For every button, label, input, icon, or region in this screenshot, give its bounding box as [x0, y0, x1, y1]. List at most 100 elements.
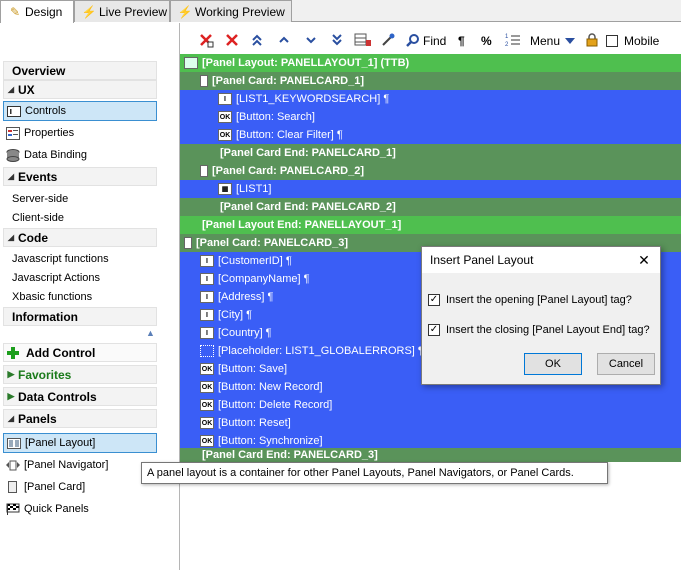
textbox-icon: I: [200, 309, 214, 321]
sidebar-item-panel-layout[interactable]: [Panel Layout]: [3, 433, 157, 453]
sidebar-item-xbasic[interactable]: Xbasic functions: [12, 291, 92, 303]
pencil-icon: ✎: [9, 5, 21, 19]
sidebar-item-server-side[interactable]: Server-side: [12, 193, 68, 205]
check-icon[interactable]: ✓: [428, 324, 440, 336]
tooltip: A panel layout is a container for other …: [141, 462, 608, 484]
sidebar-item-quick-panels[interactable]: Quick Panels: [3, 499, 157, 519]
sidebar-item-controls[interactable]: Controls: [3, 101, 157, 121]
tree-row[interactable]: OK [Button: Clear Filter] ¶: [180, 126, 681, 144]
ok-button-icon: OK: [218, 111, 232, 123]
textbox-icon: I: [200, 291, 214, 303]
textbox-icon: I: [218, 93, 232, 105]
chevron-up-icon: [277, 33, 291, 50]
tree-row[interactable]: [Panel Layout End: PANELLAYOUT_1]: [180, 216, 681, 234]
ok-button-icon: OK: [200, 399, 214, 411]
collapse-arrow-icon[interactable]: ▲: [146, 328, 155, 338]
double-chevron-down-icon: [330, 33, 344, 50]
tree-row[interactable]: OK [Button: Search]: [180, 108, 681, 126]
find-button[interactable]: Find: [406, 31, 446, 51]
numbered-list-button[interactable]: 12: [505, 31, 521, 51]
sidebar-section-code[interactable]: ◢ Code: [3, 228, 157, 247]
sidebar-item-js-actions[interactable]: Javascript Actions: [12, 272, 100, 284]
triangle-right-icon: ▶: [7, 391, 15, 401]
move-bottom-button[interactable]: [330, 31, 344, 51]
percent-button[interactable]: %: [481, 31, 492, 51]
triangle-down-icon: ◢: [7, 233, 15, 242]
check-icon[interactable]: ✓: [428, 294, 440, 306]
delete-all-icon: [198, 32, 214, 51]
sidebar-item-js-functions[interactable]: Javascript functions: [12, 253, 109, 265]
panel-layout-icon: [6, 436, 22, 450]
tab-bar: ✎ Design ⚡ Live Preview ⚡ Working Previe…: [0, 0, 681, 23]
sidebar-item-properties[interactable]: Properties: [3, 123, 157, 143]
plus-icon: [4, 346, 22, 360]
panel-layout-icon: [184, 57, 198, 69]
ok-button[interactable]: OK: [524, 353, 582, 375]
delete-button[interactable]: [224, 31, 240, 51]
textbox-icon: I: [200, 255, 214, 267]
move-down-button[interactable]: [304, 31, 318, 51]
sidebar-information[interactable]: Information: [3, 307, 157, 326]
double-chevron-up-icon: [250, 33, 264, 50]
tree-row[interactable]: [Panel Card: PANELCARD_2]: [180, 162, 681, 180]
panel-navigator-icon: [5, 458, 21, 472]
properties-grid-button[interactable]: [354, 31, 372, 51]
mobile-checkbox[interactable]: Mobile: [606, 31, 659, 51]
textbox-icon: I: [200, 273, 214, 285]
triangle-down-icon: ◢: [7, 414, 15, 423]
tree-row[interactable]: OK [Button: Reset]: [180, 414, 681, 432]
move-top-button[interactable]: [250, 31, 264, 51]
sidebar-add-control[interactable]: Add Control: [3, 343, 157, 362]
sidebar-section-events[interactable]: ◢ Events: [3, 167, 157, 186]
move-up-button[interactable]: [277, 31, 291, 51]
svg-text:1: 1: [505, 34, 509, 40]
numbered-list-icon: 12: [505, 32, 521, 51]
closing-tag-checkbox[interactable]: ✓ Insert the closing [Panel Layout End] …: [428, 324, 650, 336]
grid-edit-icon: [354, 32, 372, 51]
insert-panel-layout-dialog: Insert Panel Layout ✕ ✓ Insert the openi…: [421, 246, 661, 385]
sidebar-item-panel-card[interactable]: [Panel Card]: [3, 477, 157, 497]
tree-row[interactable]: [Panel Card End: PANELCARD_1]: [180, 144, 681, 162]
tree-row[interactable]: ▦ [LIST1]: [180, 180, 681, 198]
textbox-icon: I: [200, 327, 214, 339]
sidebar-section-data-controls[interactable]: ▶ Data Controls: [3, 387, 157, 406]
wizard-button[interactable]: [380, 31, 396, 51]
lightning-blue-icon: ⚡: [177, 4, 193, 19]
close-icon[interactable]: ✕: [636, 252, 652, 268]
tree-row[interactable]: [Panel Card: PANELCARD_1]: [180, 72, 681, 90]
svg-text:2: 2: [505, 42, 509, 48]
tree-row[interactable]: [Panel Card End: PANELCARD_2]: [180, 198, 681, 216]
delete-all-button[interactable]: [198, 31, 214, 51]
ok-button-icon: OK: [200, 381, 214, 393]
properties-icon: [5, 126, 21, 140]
magnifier-icon: [406, 33, 420, 50]
tree-row[interactable]: OK [Button: Delete Record]: [180, 396, 681, 414]
ok-button-icon: OK: [200, 435, 214, 447]
mobile-checkbox-box[interactable]: [606, 35, 618, 47]
opening-tag-checkbox[interactable]: ✓ Insert the opening [Panel Layout] tag?: [428, 294, 632, 306]
tree-row[interactable]: I [LIST1_KEYWORDSEARCH] ¶: [180, 90, 681, 108]
ok-button-icon: OK: [200, 417, 214, 429]
menu-dropdown[interactable]: Menu: [530, 31, 576, 51]
lock-button[interactable]: [586, 31, 598, 51]
magic-wand-icon: [380, 32, 396, 51]
sidebar-item-data-binding[interactable]: Data Binding: [3, 145, 157, 165]
cancel-button[interactable]: Cancel: [597, 353, 655, 375]
tab-design[interactable]: ✎ Design: [0, 0, 74, 23]
sidebar-section-ux[interactable]: ◢ UX: [3, 80, 157, 99]
sidebar-section-favorites[interactable]: ▶ Favorites: [3, 365, 157, 384]
tree-row[interactable]: [Panel Layout: PANELLAYOUT_1] (TTB): [180, 54, 681, 72]
sidebar-item-panel-navigator[interactable]: [Panel Navigator]: [3, 455, 157, 475]
lock-icon: [586, 32, 598, 50]
tree-row[interactable]: [Panel Card End: PANELCARD_3]: [180, 448, 681, 462]
panel-card-icon: [200, 165, 208, 177]
triangle-right-icon: ▶: [7, 369, 15, 379]
chevron-down-icon: [304, 33, 318, 50]
triangle-down-icon: ◢: [7, 172, 15, 181]
pilcrow-button[interactable]: ¶: [458, 31, 465, 51]
tab-live-preview[interactable]: ⚡ Live Preview: [74, 0, 170, 22]
tab-working-preview[interactable]: ⚡ Working Preview: [170, 0, 292, 22]
sidebar-section-panels[interactable]: ◢ Panels: [3, 409, 157, 428]
sidebar-overview[interactable]: Overview: [3, 61, 157, 80]
sidebar-item-client-side[interactable]: Client-side: [12, 212, 64, 224]
